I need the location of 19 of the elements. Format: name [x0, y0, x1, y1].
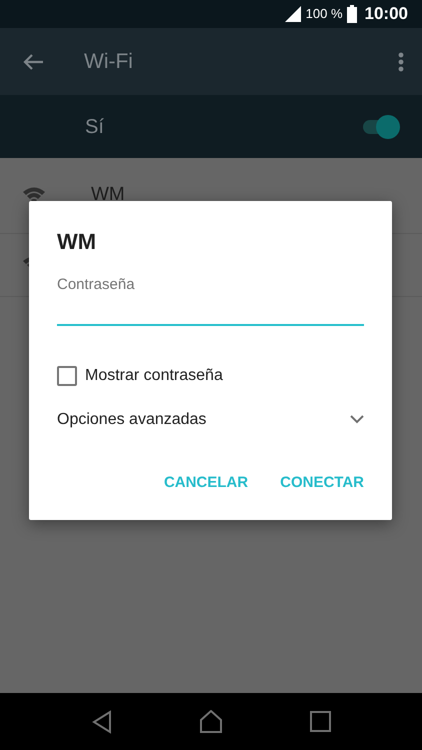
recents-icon[interactable] [310, 711, 331, 732]
wifi-switch-label: Sí [85, 114, 104, 140]
field-label: Contraseña [57, 275, 136, 295]
dialog-button[interactable]: CONECTAR [272, 466, 372, 500]
checkbox[interactable] [57, 366, 77, 386]
back-arrow-icon[interactable] [22, 52, 44, 70]
battery-icon [346, 5, 357, 23]
chevron-icon[interactable] [350, 415, 364, 424]
dialog-title: WM [57, 228, 98, 256]
checkbox-label: Mostrar contraseña [85, 366, 223, 386]
more-options-icon[interactable] [398, 52, 404, 72]
battery-percentage: 100 % [306, 5, 343, 24]
screen-title: Wi-Fi [84, 48, 133, 75]
home-icon[interactable] [199, 710, 224, 734]
dialog-button[interactable]: CANCELAR [156, 466, 256, 500]
advanced-options-label: Opciones avanzadas [57, 410, 206, 430]
back-icon[interactable] [91, 710, 114, 734]
status-time: 10:00 [364, 3, 408, 26]
signal-icon [284, 6, 302, 22]
